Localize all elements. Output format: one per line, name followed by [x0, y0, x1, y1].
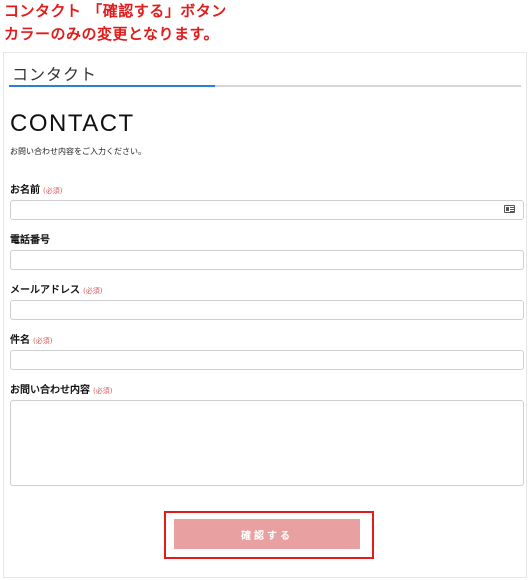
phone-label: 電話番号 — [10, 231, 50, 246]
subject-label: 件名 (必須) — [10, 331, 52, 346]
required-mark: (必須) — [43, 187, 63, 195]
page-lead: お問い合わせ内容をご入力ください。 — [10, 147, 146, 156]
tab-contact[interactable]: コンタクト — [12, 61, 97, 85]
confirm-button[interactable]: 確認する — [174, 519, 360, 549]
annotation-line-2: カラーのみの変更となります。 — [4, 25, 220, 43]
contact-card-icon — [504, 205, 515, 213]
subject-input[interactable] — [10, 350, 524, 370]
message-label-text: お問い合わせ内容 — [10, 385, 90, 396]
email-label: メールアドレス (必須) — [10, 281, 102, 296]
active-tab-indicator — [9, 85, 215, 87]
message-label: お問い合わせ内容 (必須) — [10, 381, 112, 396]
phone-input[interactable] — [10, 250, 524, 270]
phone-label-text: 電話番号 — [10, 235, 50, 246]
email-label-text: メールアドレス — [10, 285, 80, 296]
subject-label-text: 件名 — [10, 335, 30, 346]
required-mark: (必須) — [93, 387, 113, 395]
required-mark: (必須) — [83, 287, 103, 295]
message-textarea[interactable] — [10, 400, 524, 486]
tab-bar: コンタクト — [9, 59, 521, 87]
name-label: お名前 (必須) — [10, 181, 62, 196]
name-input[interactable] — [10, 200, 524, 220]
page-title: CONTACT — [10, 110, 135, 137]
contact-panel: コンタクト CONTACT お問い合わせ内容をご入力ください。 お名前 (必須) … — [3, 52, 527, 578]
name-label-text: お名前 — [10, 185, 40, 196]
required-mark: (必須) — [33, 337, 53, 345]
annotation-line-1: コンタクト 「確認する」ボタン — [4, 2, 227, 20]
email-input[interactable] — [10, 300, 524, 320]
